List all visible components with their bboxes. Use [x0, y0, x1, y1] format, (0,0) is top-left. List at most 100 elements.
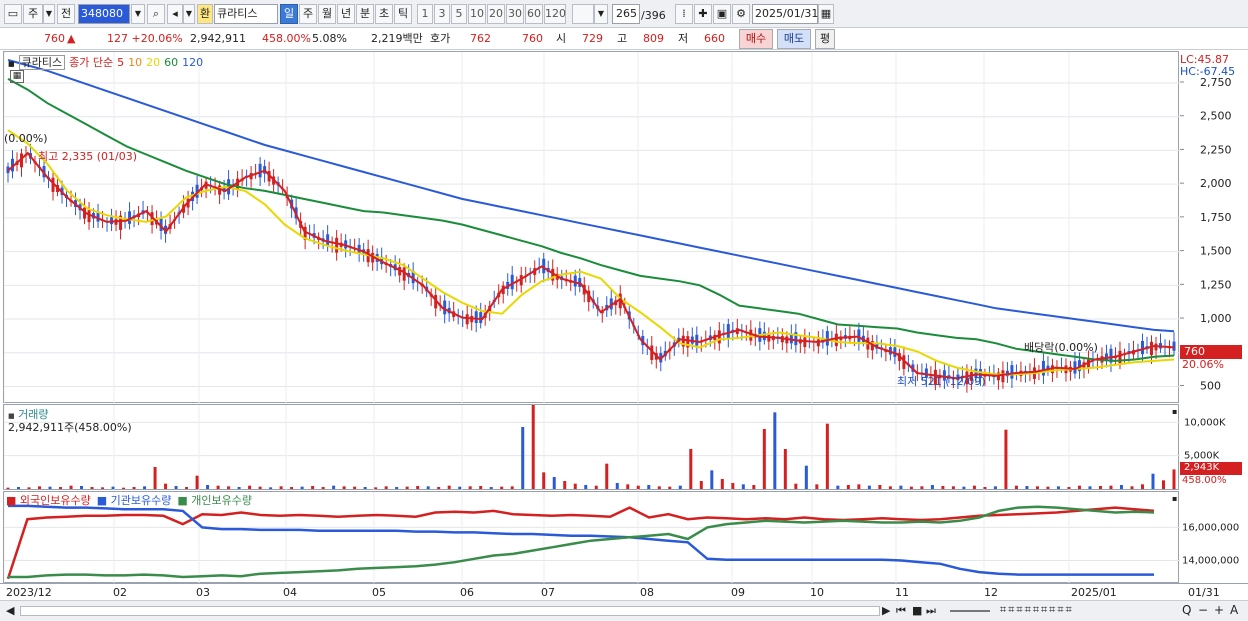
- period-tab-5[interactable]: 초: [375, 4, 393, 24]
- holder-axis-svg: 14,000,000 16,000,000: [1182, 522, 1239, 566]
- volume-bar: [59, 487, 63, 489]
- data-count-input[interactable]: 265: [612, 4, 640, 24]
- holder-panel[interactable]: ■ 외국인보유수량 ■ 기관보유수량 ■ 개인보유수량 ▪: [3, 491, 1180, 584]
- ask-price: 762: [470, 32, 491, 45]
- stock-title[interactable]: 큐라티스: [18, 55, 66, 70]
- market-dropdown-icon[interactable]: ▼: [43, 4, 55, 24]
- period-tab-4[interactable]: 분: [356, 4, 374, 24]
- price-tick-label: 500: [1200, 380, 1221, 393]
- gear-icon[interactable]: ⚙: [732, 4, 750, 24]
- blank-select[interactable]: [572, 4, 594, 24]
- zoom-slider[interactable]: [950, 610, 990, 612]
- sell-button[interactable]: 매도: [777, 29, 811, 49]
- period-tab-2[interactable]: 월: [318, 4, 336, 24]
- interval-button-60[interactable]: 60: [525, 4, 543, 24]
- volume-bar: [206, 485, 210, 489]
- period-tab-3[interactable]: 년: [337, 4, 355, 24]
- volume-bar: [80, 486, 84, 489]
- interval-button-1[interactable]: 1: [417, 4, 433, 24]
- volume-bar: [416, 486, 420, 489]
- x-tick-label: 12: [984, 586, 998, 599]
- volume-bar: [1119, 485, 1123, 489]
- volume-bar: [1161, 480, 1165, 489]
- holder-tick-label: 16,000,000: [1182, 522, 1239, 533]
- volume-bar: [867, 485, 871, 489]
- last-icon[interactable]: ⏭: [926, 604, 936, 618]
- interval-button-120[interactable]: 120: [544, 4, 566, 24]
- toolbar: ▭ 주 ▼ 전 348080 ▼ ⌕ ◂ ▼ 환 큐라티스 일주월년분초틱 13…: [0, 0, 1248, 28]
- search-icon[interactable]: ⌕: [147, 4, 165, 24]
- volume-bar: [447, 485, 451, 489]
- font-size-icon[interactable]: A: [1230, 603, 1238, 617]
- price-panel[interactable]: ■ 큐라티스 종가 단순 5 10 20 60 120 ▦ (0.00%) 최고 2,335 …: [3, 51, 1180, 404]
- calendar-icon[interactable]: ▦: [818, 4, 834, 24]
- pct-tag: 20.06%: [1182, 358, 1224, 371]
- stop-icon[interactable]: ■: [912, 604, 922, 617]
- candle-body: [510, 274, 514, 290]
- interval-button-3[interactable]: 3: [434, 4, 450, 24]
- ma-line-20: [7, 129, 1175, 376]
- period-tab-6[interactable]: 틱: [394, 4, 412, 24]
- x-tick-label: 04: [283, 586, 297, 599]
- minus-icon[interactable]: −: [1198, 603, 1208, 617]
- sound-dropdown-icon[interactable]: ▼: [183, 4, 195, 24]
- crosshair-icon[interactable]: ✚: [694, 4, 712, 24]
- calendar-icon[interactable]: ▦: [10, 70, 24, 83]
- speaker-icon[interactable]: ◂: [167, 4, 183, 24]
- interval-button-5[interactable]: 5: [451, 4, 467, 24]
- x-tick-label: 10: [810, 586, 824, 599]
- volume-bar: [605, 463, 609, 489]
- prev-button[interactable]: 전: [57, 4, 75, 24]
- volume-bar: [752, 485, 756, 489]
- period-tab-1[interactable]: 주: [299, 4, 317, 24]
- ma-period-10: 10: [128, 56, 143, 69]
- volume-pct-tag: 458.00%: [1182, 475, 1227, 486]
- period-tab-0[interactable]: 일: [280, 4, 298, 24]
- interval-button-20[interactable]: 20: [487, 4, 505, 24]
- scroll-track[interactable]: [20, 606, 880, 616]
- volume-bar: [17, 487, 21, 489]
- volume-bar: [321, 487, 325, 489]
- volume-bar: [1140, 484, 1144, 489]
- market-select[interactable]: 주: [23, 4, 43, 24]
- stock-name-field[interactable]: 큐라티스: [214, 4, 278, 24]
- x-tick-label: 09: [731, 586, 745, 599]
- x-tick-label: 07: [541, 586, 555, 599]
- volume-panel[interactable]: ■ 거래량 2,942,911주(458.00%) ▪: [3, 404, 1180, 491]
- zoom-out-icon[interactable]: Q: [1182, 603, 1191, 617]
- code-dropdown-icon[interactable]: ▼: [131, 4, 145, 24]
- volume-bar: [720, 479, 724, 489]
- stock-code-input[interactable]: 348080: [78, 4, 130, 24]
- interval-button-10[interactable]: 10: [468, 4, 486, 24]
- collapse-icon[interactable]: ▪: [1172, 494, 1177, 503]
- volume-tick-label: 5,000K: [1184, 451, 1220, 462]
- volume-bar: [395, 487, 399, 489]
- scroll-left-icon[interactable]: ◀: [6, 604, 14, 617]
- min-label: 최저 521 (12/09): [897, 375, 986, 388]
- buy-button[interactable]: 매수: [739, 29, 773, 49]
- scroll-right-icon[interactable]: ▶: [882, 604, 890, 617]
- first-icon[interactable]: ⏮: [896, 604, 906, 618]
- grid-icon[interactable]: ⁞: [675, 4, 693, 24]
- save-icon[interactable]: ▣: [713, 4, 731, 24]
- interval-button-30[interactable]: 30: [506, 4, 524, 24]
- layout-icon[interactable]: ▭: [4, 4, 22, 24]
- blank-dropdown-icon[interactable]: ▼: [594, 4, 608, 24]
- volume-bar: [384, 486, 388, 489]
- trade-amount: 2,219백만: [371, 32, 423, 45]
- volume-bar: [993, 486, 997, 489]
- volume-bar: [584, 485, 588, 489]
- volume-bar: [731, 483, 735, 489]
- eval-button[interactable]: 평: [815, 29, 835, 49]
- volume-bar: [846, 485, 850, 489]
- drawing-tools-icon[interactable]: ⌗⌗⌗⌗⌗⌗⌗⌗⌗: [1000, 603, 1074, 617]
- price-tick-label: 2,500: [1200, 110, 1232, 123]
- currency-badge[interactable]: 환: [197, 4, 213, 24]
- date-input[interactable]: 2025/01/31: [752, 4, 818, 24]
- plus-icon[interactable]: +: [1214, 603, 1224, 617]
- collapse-icon[interactable]: ▪: [1172, 407, 1177, 416]
- volume-bar: [657, 486, 661, 489]
- volume-bar: [227, 486, 231, 489]
- x-tick-label: 06: [460, 586, 474, 599]
- candle-body: [834, 333, 838, 347]
